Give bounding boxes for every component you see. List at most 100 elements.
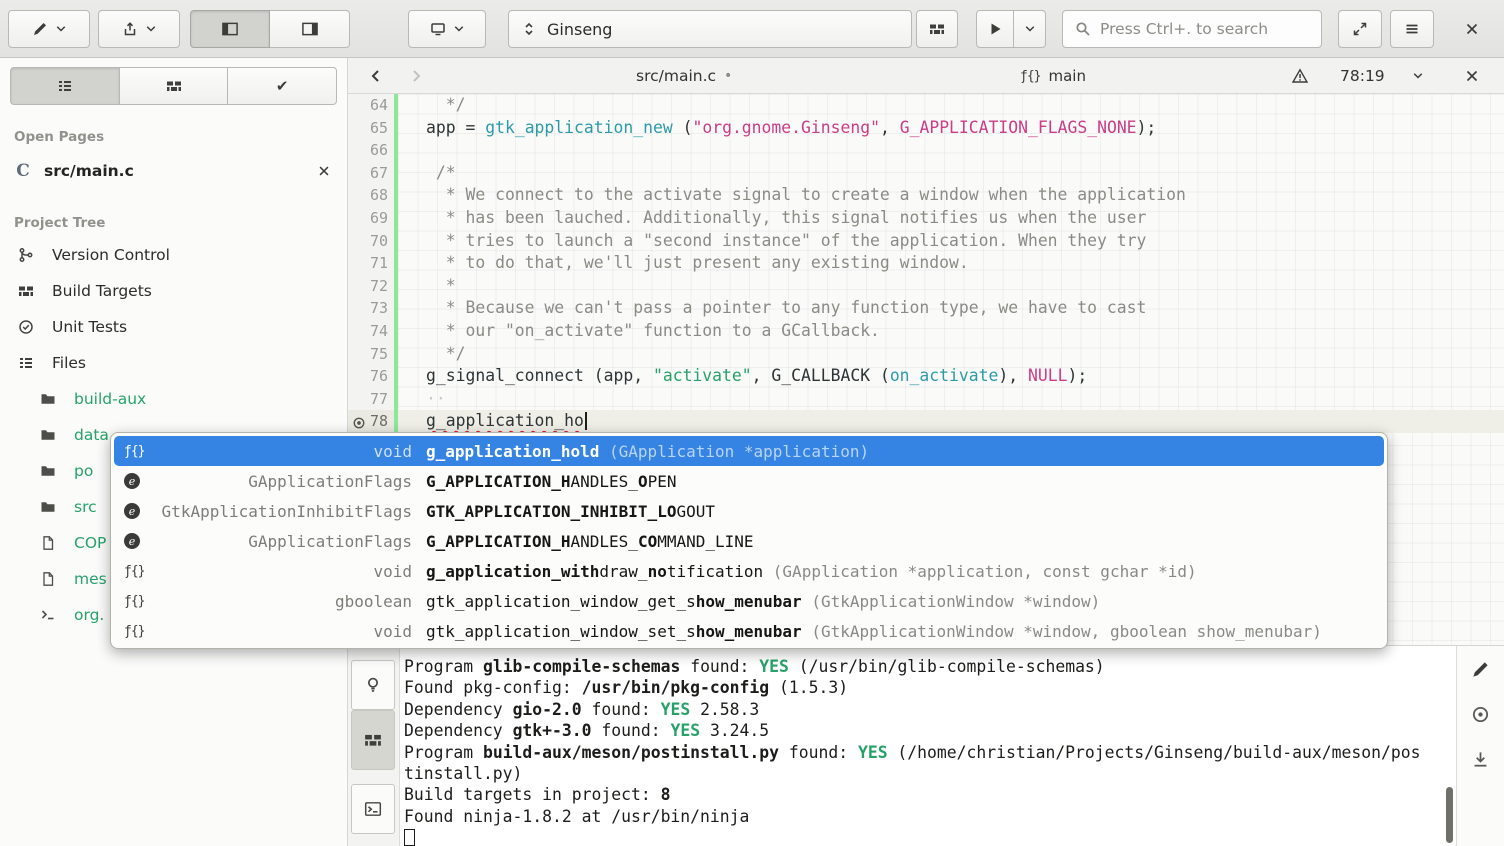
code-line-74[interactable]: 74 * our "on_activate" function to a GCa… — [348, 320, 1504, 343]
tree-item-files[interactable]: Files — [0, 345, 347, 381]
close-icon — [1464, 68, 1480, 84]
omnibar-project-selector[interactable]: Ginseng — [508, 10, 912, 48]
line-number[interactable]: 76 — [348, 365, 398, 388]
code-line-65[interactable]: 65app = gtk_application_new ("org.gnome.… — [348, 117, 1504, 140]
symbol-selector[interactable]: ƒ{} main — [1020, 58, 1086, 94]
completion-item[interactable]: ƒ{}gbooleangtk_application_window_get_sh… — [114, 586, 1384, 616]
fullscreen-button[interactable] — [1338, 10, 1382, 48]
line-number[interactable]: 68 — [348, 184, 398, 207]
close-page-icon[interactable] — [317, 164, 331, 178]
completion-item[interactable]: ƒ{}voidg_application_hold (GApplication … — [114, 436, 1384, 466]
messages-panel-button[interactable] — [351, 660, 395, 710]
code-line-77[interactable]: 77·· — [348, 388, 1504, 411]
tab-todo[interactable]: ✔ — [228, 67, 337, 105]
codepane[interactable]: 64 */65app = gtk_application_new ("org.g… — [348, 94, 1504, 433]
code-line-66[interactable]: 66 — [348, 139, 1504, 162]
global-search-input[interactable]: Press Ctrl+. to search — [1062, 10, 1322, 48]
tree-item-version-control[interactable]: Version Control — [0, 237, 347, 273]
utilities-rail — [1456, 646, 1504, 846]
file-name: src/main.c — [636, 67, 716, 85]
code-line-72[interactable]: 72 * — [348, 275, 1504, 298]
bricks-icon — [18, 283, 34, 299]
folder-icon — [40, 427, 56, 443]
line-number[interactable]: 72 — [348, 275, 398, 298]
code-line-78[interactable]: 78g_application_ho — [348, 410, 1504, 433]
function-icon: ƒ{} — [1020, 69, 1040, 84]
code-line-68[interactable]: 68 * We connect to the activate signal t… — [348, 184, 1504, 207]
completion-item[interactable]: eGApplicationFlagsG_APPLICATION_HANDLES_… — [114, 466, 1384, 496]
code-line-69[interactable]: 69 * has been lauched. Additionally, thi… — [348, 207, 1504, 230]
code-line-67[interactable]: 67 /* — [348, 162, 1504, 185]
download-icon[interactable] — [1471, 750, 1490, 769]
edit-utility-icon[interactable] — [1471, 660, 1490, 679]
close-editor-button[interactable] — [1464, 58, 1480, 94]
document-title: src/main.c • — [636, 58, 732, 94]
line-number[interactable]: 71 — [348, 252, 398, 275]
nav-back-button[interactable] — [368, 58, 384, 94]
target-icon[interactable] — [1471, 705, 1490, 724]
enum-icon: e — [124, 503, 150, 519]
list-icon — [18, 355, 34, 371]
folder-icon — [40, 391, 56, 407]
function-icon: ƒ{} — [124, 594, 150, 609]
output-line: Program build-aux/meson/postinstall.py f… — [404, 742, 1450, 763]
chevron-down-icon — [1024, 23, 1036, 35]
function-icon: ƒ{} — [124, 564, 150, 579]
line-number[interactable]: 64 — [348, 94, 398, 117]
line-number[interactable]: 67 — [348, 162, 398, 185]
code-line-71[interactable]: 71 * to do that, we'll just present any … — [348, 252, 1504, 275]
tab-project-tree[interactable] — [120, 67, 229, 105]
scrollbar-thumb[interactable] — [1446, 787, 1453, 843]
code-line-70[interactable]: 70 * tries to launch a "second instance"… — [348, 230, 1504, 253]
function-icon: ƒ{} — [124, 624, 150, 639]
run-options-button[interactable] — [1014, 10, 1046, 48]
tree-item-build-aux[interactable]: build-aux — [0, 381, 347, 417]
line-number[interactable]: 75 — [348, 343, 398, 366]
code-line-73[interactable]: 73 * Because we can't pass a pointer to … — [348, 297, 1504, 320]
bottom-panel: Program glib-compile-schemas found: YES … — [348, 645, 1504, 846]
output-line: Dependency gtk+-3.0 found: YES 3.24.5 — [404, 720, 1450, 741]
line-number[interactable]: 66 — [348, 139, 398, 162]
nav-forward-button[interactable] — [408, 58, 424, 94]
line-number[interactable]: 74 — [348, 320, 398, 343]
tab-open-pages[interactable] — [10, 67, 120, 105]
editor-options-button[interactable] — [1412, 58, 1424, 94]
toggle-right-panel-button[interactable] — [270, 10, 350, 48]
code-line-76[interactable]: 76g_signal_connect (app, "activate", G_C… — [348, 365, 1504, 388]
editor-top-bar: src/main.c • ƒ{} main 78:19 — [348, 58, 1504, 94]
completion-item[interactable]: ƒ{}voidgtk_application_window_set_show_m… — [114, 616, 1384, 646]
open-page-item[interactable]: C src/main.c — [0, 151, 347, 191]
toggle-left-panel-button[interactable] — [190, 10, 270, 48]
line-number[interactable]: 65 — [348, 117, 398, 140]
device-selector-button[interactable] — [408, 10, 486, 48]
line-number[interactable]: 70 — [348, 230, 398, 253]
symbol-name: main — [1048, 67, 1085, 85]
sidebar-tabbar: ✔ — [10, 67, 337, 105]
share-surface-button[interactable] — [98, 10, 180, 48]
output-line: Build targets in project: 8 — [404, 784, 1450, 805]
terminal-panel-button[interactable] — [351, 784, 395, 834]
completion-item[interactable]: eGApplicationFlagsG_APPLICATION_HANDLES_… — [114, 526, 1384, 556]
tests-icon — [18, 319, 34, 335]
builder-window: Ginseng Press Ctrl+. to search — [0, 0, 1504, 846]
code-line-75[interactable]: 75 */ — [348, 343, 1504, 366]
line-number[interactable]: 73 — [348, 297, 398, 320]
completion-item[interactable]: eGtkApplicationInhibitFlagsGTK_APPLICATI… — [114, 496, 1384, 526]
completion-item[interactable]: ƒ{}voidg_application_withdraw_notificati… — [114, 556, 1384, 586]
build-output-panel-button[interactable] — [351, 710, 395, 770]
window-close-button[interactable] — [1456, 13, 1488, 45]
line-number[interactable]: 77 — [348, 388, 398, 411]
close-icon — [1464, 21, 1480, 37]
tree-item-unit-tests[interactable]: Unit Tests — [0, 309, 347, 345]
build-button[interactable] — [916, 10, 958, 48]
code-line-64[interactable]: 64 */ — [348, 94, 1504, 117]
line-number[interactable]: 78 — [348, 410, 398, 433]
build-output[interactable]: Program glib-compile-schemas found: YES … — [400, 646, 1456, 846]
tree-item-build-targets[interactable]: Build Targets — [0, 273, 347, 309]
diagnostics-button[interactable] — [1292, 58, 1308, 94]
menu-button[interactable] — [1390, 10, 1434, 48]
run-button[interactable] — [976, 10, 1014, 48]
line-number[interactable]: 69 — [348, 207, 398, 230]
right-panel-icon — [301, 20, 319, 38]
edit-surface-button[interactable] — [8, 10, 90, 48]
